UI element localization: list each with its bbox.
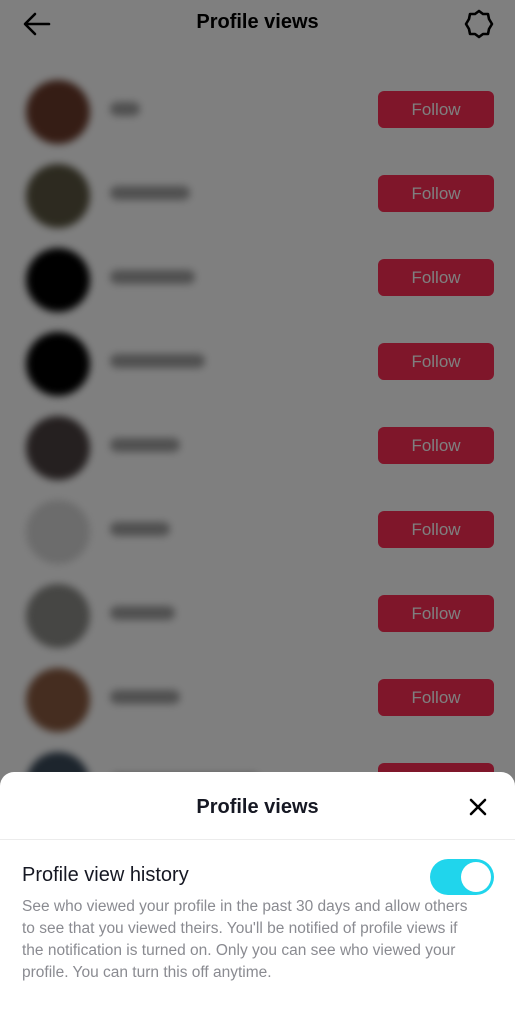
- follow-button[interactable]: Follow: [378, 175, 494, 212]
- viewer-row[interactable]: Follow: [0, 488, 515, 572]
- profile-view-history-toggle[interactable]: [430, 859, 494, 895]
- username-blurred[interactable]: [110, 690, 180, 704]
- viewer-row[interactable]: Follow: [0, 656, 515, 740]
- follow-button[interactable]: Follow: [378, 511, 494, 548]
- avatar[interactable]: [26, 668, 90, 732]
- close-icon[interactable]: [469, 798, 487, 816]
- sheet-title: Profile views: [196, 796, 319, 818]
- viewer-row[interactable]: Follow: [0, 236, 515, 320]
- avatar[interactable]: [26, 416, 90, 480]
- avatar[interactable]: [26, 500, 90, 564]
- sheet-header: Profile views: [0, 772, 515, 840]
- viewer-row[interactable]: Follow: [0, 68, 515, 152]
- avatar[interactable]: [26, 164, 90, 228]
- username-blurred[interactable]: [110, 522, 170, 536]
- viewer-row[interactable]: Follow: [0, 404, 515, 488]
- username-blurred[interactable]: [110, 354, 205, 368]
- follow-button[interactable]: Follow: [378, 679, 494, 716]
- avatar[interactable]: [26, 584, 90, 648]
- viewer-list: Follow Follow Follow Follow Follow Follow Foll…: [0, 68, 515, 824]
- page-title: Profile views: [196, 11, 319, 33]
- username-blurred[interactable]: [110, 438, 180, 452]
- follow-button[interactable]: Follow: [378, 343, 494, 380]
- gear-icon[interactable]: [463, 8, 495, 40]
- profile-view-history-setting: Profile view history See who viewed your…: [0, 840, 515, 984]
- username-blurred[interactable]: [110, 606, 175, 620]
- viewer-row[interactable]: Follow: [0, 572, 515, 656]
- username-blurred[interactable]: [110, 102, 140, 116]
- bottom-sheet: Profile views Profile view history See w…: [0, 772, 515, 1024]
- setting-label: Profile view history: [22, 864, 189, 886]
- avatar[interactable]: [26, 248, 90, 312]
- username-blurred[interactable]: [110, 270, 195, 284]
- avatar[interactable]: [26, 80, 90, 144]
- viewer-row[interactable]: Follow: [0, 320, 515, 404]
- viewer-row[interactable]: Follow: [0, 152, 515, 236]
- follow-button[interactable]: Follow: [378, 427, 494, 464]
- username-blurred[interactable]: [110, 186, 190, 200]
- follow-button[interactable]: Follow: [378, 259, 494, 296]
- avatar[interactable]: [26, 332, 90, 396]
- top-bar: Profile views: [0, 0, 515, 48]
- follow-button[interactable]: Follow: [378, 595, 494, 632]
- setting-description: See who viewed your profile in the past …: [22, 898, 468, 981]
- follow-button[interactable]: Follow: [378, 91, 494, 128]
- toggle-knob: [461, 862, 491, 892]
